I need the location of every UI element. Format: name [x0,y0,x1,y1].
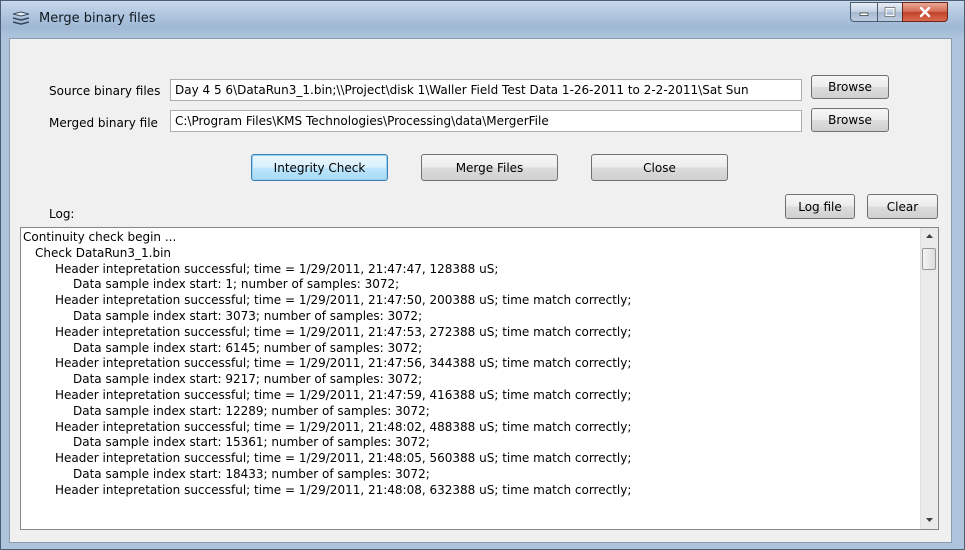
log-line: Data sample index start: 6145; number of… [73,340,423,355]
log-textarea[interactable]: Continuity check begin ... Check DataRun3… [20,227,939,530]
merged-file-input[interactable]: C:\Program Files\KMS Technologies\Proces… [170,110,802,132]
log-line: Header intepretation successful; time = … [55,482,632,497]
scroll-down-button[interactable] [921,512,938,529]
dialog-client-area: Source binary files Day 4 5 6\DataRun3_1… [9,38,952,543]
integrity-check-button[interactable]: Integrity Check [251,154,388,181]
maximize-icon [884,7,896,17]
log-line: Continuity check begin ... [23,230,177,244]
scroll-thumb[interactable] [922,248,936,270]
log-line: Data sample index start: 3073; number of… [73,308,423,323]
minimize-icon [859,12,869,16]
log-line: Data sample index start: 1; number of sa… [73,277,400,292]
log-line: Header intepretation successful; time = … [55,293,632,308]
source-browse-button[interactable]: Browse [811,75,889,99]
log-line: Header intepretation successful; time = … [55,387,632,402]
log-file-button[interactable]: Log file [785,194,855,219]
source-files-label: Source binary files [49,84,161,98]
log-line: Data sample index start: 15361; number o… [73,435,430,450]
close-window-button[interactable] [902,2,948,22]
title-bar[interactable]: Merge binary files [1,1,964,37]
scroll-up-button[interactable] [921,228,938,245]
log-line: Check DataRun3_1.bin [35,245,172,260]
log-line: Header intepretation successful; time = … [55,419,632,434]
merged-browse-button[interactable]: Browse [811,108,889,132]
window-title: Merge binary files [39,11,156,26]
close-icon [919,6,931,18]
log-lines: Continuity check begin ... Check DataRun3… [21,228,920,529]
close-button[interactable]: Close [591,154,728,181]
merge-window: Merge binary files Source binary files D… [0,0,965,550]
log-line: Header intepretation successful; time = … [55,261,499,276]
log-line: Data sample index start: 12289; number o… [73,403,430,418]
maximize-button[interactable] [877,2,903,22]
scroll-down-arrow-icon [926,518,933,522]
source-files-input[interactable]: Day 4 5 6\DataRun3_1.bin;\\Project\disk … [170,79,802,101]
log-line: Header intepretation successful; time = … [55,356,632,371]
clear-log-button[interactable]: Clear [867,194,938,219]
minimize-button[interactable] [850,2,878,22]
log-line: Data sample index start: 9217; number of… [73,372,423,387]
merged-file-label: Merged binary file [49,116,158,130]
merge-files-button[interactable]: Merge Files [421,154,558,181]
log-line: Header intepretation successful; time = … [55,451,632,466]
scroll-up-arrow-icon [926,234,933,238]
log-scrollbar[interactable] [920,228,938,529]
stacked-layers-icon [12,11,30,27]
log-line: Header intepretation successful; time = … [55,324,632,339]
log-line: Data sample index start: 18433; number o… [73,466,430,481]
log-label: Log: [49,207,75,221]
